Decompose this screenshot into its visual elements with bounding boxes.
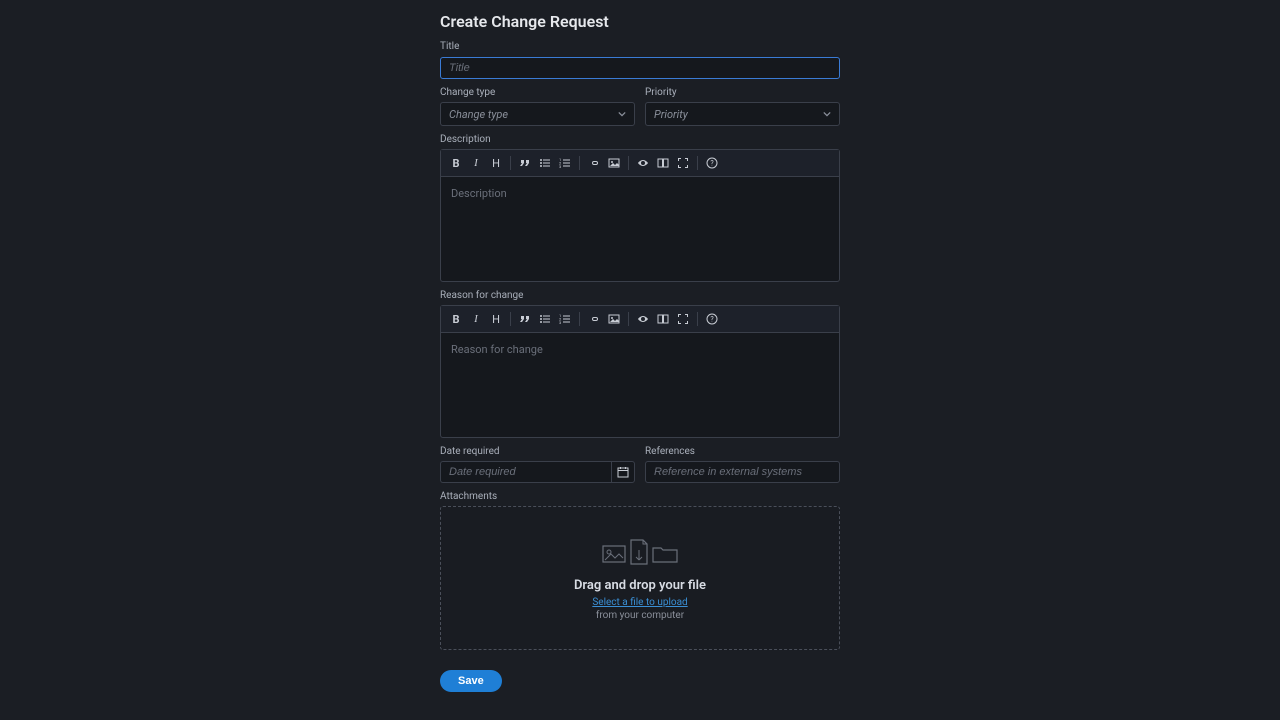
page-title: Create Change Request	[440, 12, 840, 31]
dropzone-icons	[601, 536, 679, 568]
svg-text:?: ?	[710, 160, 714, 168]
preview-button[interactable]	[634, 310, 652, 328]
separator	[579, 156, 580, 170]
image-button[interactable]	[605, 154, 623, 172]
save-button[interactable]: Save	[440, 670, 502, 692]
references-input[interactable]	[645, 461, 840, 483]
calendar-button[interactable]	[611, 461, 635, 483]
heading-button[interactable]: H	[487, 310, 505, 328]
bold-button[interactable]: B	[447, 154, 465, 172]
fullscreen-button[interactable]	[674, 154, 692, 172]
attachments-dropzone[interactable]: Drag and drop your file Select a file to…	[440, 506, 840, 650]
calendar-icon	[617, 463, 629, 482]
unordered-list-button[interactable]	[536, 310, 554, 328]
change-type-placeholder: Change type	[449, 108, 508, 121]
change-type-label: Change type	[440, 87, 635, 98]
title-field: Title	[440, 41, 840, 79]
reason-textarea[interactable]: Reason for change	[441, 333, 839, 437]
preview-button[interactable]	[634, 154, 652, 172]
ordered-list-button[interactable]: 123	[556, 310, 574, 328]
separator	[697, 312, 698, 326]
description-toolbar: B I H 123 ?	[441, 150, 839, 177]
date-required-field: Date required	[440, 446, 635, 483]
link-button[interactable]	[585, 310, 603, 328]
ordered-list-button[interactable]: 123	[556, 154, 574, 172]
references-field: References	[645, 446, 840, 483]
priority-placeholder: Priority	[654, 108, 688, 121]
description-editor: B I H 123 ? Description	[440, 149, 840, 282]
reason-toolbar: B I H 123 ?	[441, 306, 839, 333]
date-required-input[interactable]	[440, 461, 611, 483]
heading-button[interactable]: H	[487, 154, 505, 172]
separator	[579, 312, 580, 326]
change-type-select[interactable]: Change type	[440, 102, 635, 126]
svg-text:3: 3	[559, 164, 561, 169]
change-type-field: Change type Change type	[440, 87, 635, 126]
description-field: Description B I H 123 ? Description	[440, 134, 840, 282]
side-by-side-button[interactable]	[654, 154, 672, 172]
unordered-list-button[interactable]	[536, 154, 554, 172]
reason-field: Reason for change B I H 123 ? Reason	[440, 290, 840, 438]
chevron-down-icon	[618, 110, 626, 118]
select-file-link[interactable]: Select a file to upload	[592, 597, 687, 608]
reason-editor: B I H 123 ? Reason for change	[440, 305, 840, 438]
title-input[interactable]	[440, 57, 840, 79]
side-by-side-button[interactable]	[654, 310, 672, 328]
create-change-request-form: Create Change Request Title Change type …	[440, 0, 840, 692]
svg-text:3: 3	[559, 320, 561, 325]
separator	[628, 156, 629, 170]
image-button[interactable]	[605, 310, 623, 328]
dropzone-title: Drag and drop your file	[574, 578, 706, 593]
help-button[interactable]: ?	[703, 154, 721, 172]
quote-button[interactable]	[516, 310, 534, 328]
references-label: References	[645, 446, 840, 457]
dropzone-subtext: from your computer	[596, 610, 684, 621]
attachments-label: Attachments	[440, 491, 840, 502]
date-required-label: Date required	[440, 446, 635, 457]
fullscreen-button[interactable]	[674, 310, 692, 328]
separator	[510, 312, 511, 326]
priority-field: Priority Priority	[645, 87, 840, 126]
quote-button[interactable]	[516, 154, 534, 172]
separator	[697, 156, 698, 170]
attachments-field: Attachments Drag and drop your file Sele…	[440, 491, 840, 650]
separator	[628, 312, 629, 326]
description-textarea[interactable]: Description	[441, 177, 839, 281]
title-label: Title	[440, 41, 840, 52]
separator	[510, 156, 511, 170]
priority-select[interactable]: Priority	[645, 102, 840, 126]
description-label: Description	[440, 134, 840, 145]
priority-label: Priority	[645, 87, 840, 98]
italic-button[interactable]: I	[467, 154, 485, 172]
reason-label: Reason for change	[440, 290, 840, 301]
italic-button[interactable]: I	[467, 310, 485, 328]
link-button[interactable]	[585, 154, 603, 172]
help-button[interactable]: ?	[703, 310, 721, 328]
svg-text:?: ?	[710, 316, 714, 324]
chevron-down-icon	[823, 110, 831, 118]
bold-button[interactable]: B	[447, 310, 465, 328]
